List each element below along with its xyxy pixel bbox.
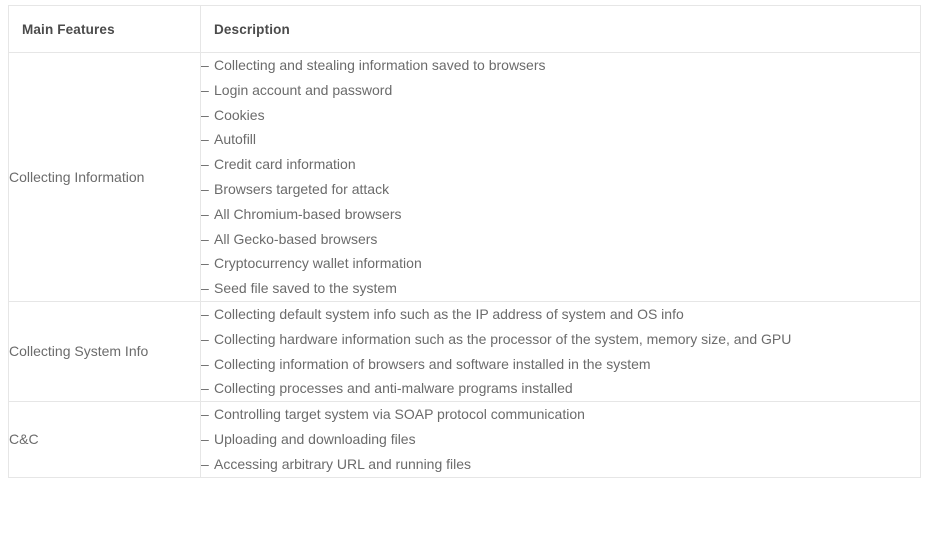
list-item: – Seed file saved to the system bbox=[201, 276, 920, 301]
list-item: – Collecting default system info such as … bbox=[201, 302, 920, 327]
list-item-text: Credit card information bbox=[214, 156, 356, 173]
list-item-text: All Gecko-based browsers bbox=[214, 230, 378, 247]
list-item-text: Browsers targeted for attack bbox=[214, 180, 390, 197]
dash-bullet-icon: – bbox=[201, 280, 209, 297]
dash-bullet-icon: – bbox=[201, 406, 209, 423]
dash-bullet-icon: – bbox=[201, 430, 209, 447]
table-row: Collecting System Info – Collecting defaul… bbox=[8, 300, 921, 403]
list-item: – Collecting hardware information such as… bbox=[201, 327, 920, 352]
features-table-container: Main Features Description Collecting Inf… bbox=[8, 5, 921, 478]
description-list: – Controlling target system via SOAP prot… bbox=[201, 402, 920, 476]
column-header-main-features: Main Features bbox=[8, 5, 201, 53]
column-header-description: Description bbox=[200, 5, 921, 53]
list-item: – Autofill bbox=[201, 127, 920, 152]
dash-bullet-icon: – bbox=[201, 57, 209, 73]
description-list: – Collecting and stealing information sav… bbox=[201, 53, 920, 301]
list-item-text: Seed file saved to the system bbox=[214, 280, 397, 297]
list-item: – Collecting and stealing information sav… bbox=[201, 53, 920, 78]
table-header-row: Main Features Description bbox=[8, 5, 921, 53]
table-row: Collecting Information – Collecting and st… bbox=[8, 52, 921, 302]
dash-bullet-icon: – bbox=[201, 355, 209, 372]
dash-bullet-icon: – bbox=[201, 156, 209, 173]
list-item-text: Collecting processes and anti-malware pr… bbox=[214, 380, 573, 397]
feature-name-cell: C&C bbox=[8, 401, 201, 478]
list-item-text: All Chromium-based browsers bbox=[214, 205, 402, 222]
feature-name-cell: Collecting Information bbox=[8, 52, 201, 302]
list-item-text: Cookies bbox=[214, 106, 265, 123]
table-body: Collecting Information – Collecting and st… bbox=[8, 52, 921, 478]
list-item-text: Controlling target system via SOAP proto… bbox=[214, 406, 585, 423]
dash-bullet-icon: – bbox=[201, 305, 209, 322]
dash-bullet-icon: – bbox=[201, 131, 209, 148]
list-item-text: Accessing arbitrary URL and running file… bbox=[214, 455, 472, 472]
description-cell: – Controlling target system via SOAP prot… bbox=[200, 401, 921, 478]
list-item-text: Collecting default system info such as t… bbox=[214, 305, 684, 322]
main-features-table: Main Features Description Collecting Inf… bbox=[8, 5, 921, 478]
dash-bullet-icon: – bbox=[201, 255, 209, 272]
list-item: – Credit card information bbox=[201, 152, 920, 177]
list-item: – Cookies bbox=[201, 103, 920, 128]
table-row: C&C – Controlling target system via SOAP p… bbox=[8, 401, 921, 478]
list-item: – All Gecko-based browsers bbox=[201, 227, 920, 252]
dash-bullet-icon: – bbox=[201, 380, 209, 397]
feature-name-cell: Collecting System Info bbox=[8, 300, 201, 403]
list-item: – Browsers targeted for attack bbox=[201, 177, 920, 202]
list-item-text: Cryptocurrency wallet information bbox=[214, 255, 422, 272]
list-item-text: Autofill bbox=[214, 131, 257, 148]
list-item: – Uploading and downloading files bbox=[201, 427, 920, 452]
feature-name-label: Collecting Information bbox=[9, 168, 145, 185]
list-item-text: Collecting and stealing information save… bbox=[214, 57, 546, 73]
list-item-text: Collecting hardware information such as … bbox=[214, 330, 792, 347]
list-item-text: Uploading and downloading files bbox=[214, 430, 416, 447]
table-header: Main Features Description bbox=[8, 5, 921, 53]
list-item: – Collecting information of browsers and … bbox=[201, 352, 920, 377]
feature-name-label: Collecting System Info bbox=[9, 343, 149, 360]
dash-bullet-icon: – bbox=[201, 330, 209, 347]
description-list: – Collecting default system info such as … bbox=[201, 302, 920, 401]
feature-name-label: C&C bbox=[9, 431, 39, 448]
list-item-text: Collecting information of browsers and s… bbox=[214, 355, 651, 372]
list-item: – Collecting processes and anti-malware p… bbox=[201, 376, 920, 401]
list-item: – Cryptocurrency wallet information bbox=[201, 251, 920, 276]
list-item: – Login account and password bbox=[201, 78, 920, 103]
list-item-text: Login account and password bbox=[214, 81, 393, 98]
dash-bullet-icon: – bbox=[201, 106, 209, 123]
description-cell: – Collecting default system info such as … bbox=[200, 300, 921, 403]
dash-bullet-icon: – bbox=[201, 230, 209, 247]
dash-bullet-icon: – bbox=[201, 455, 209, 472]
dash-bullet-icon: – bbox=[201, 180, 209, 197]
list-item: – All Chromium-based browsers bbox=[201, 202, 920, 227]
dash-bullet-icon: – bbox=[201, 205, 209, 222]
list-item: – Accessing arbitrary URL and running fil… bbox=[201, 452, 920, 477]
list-item: – Controlling target system via SOAP prot… bbox=[201, 402, 920, 427]
description-cell: – Collecting and stealing information sav… bbox=[200, 52, 921, 302]
dash-bullet-icon: – bbox=[201, 81, 209, 98]
